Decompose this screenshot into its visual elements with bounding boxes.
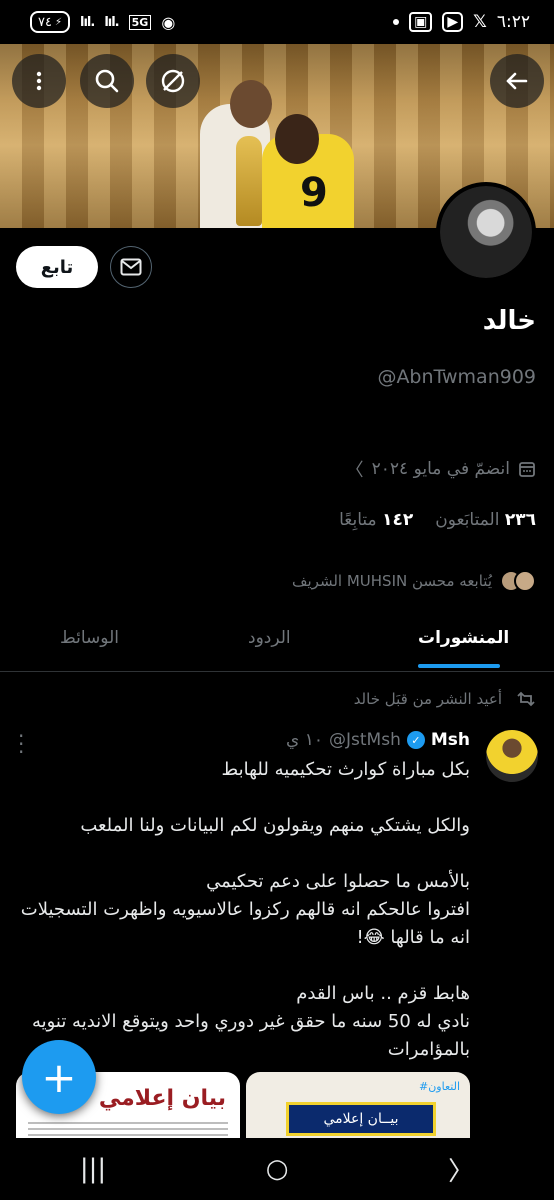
- compose-fab-button[interactable]: +: [22, 1040, 96, 1114]
- repost-label: أعيد النشر من قبَل خالد: [353, 690, 502, 708]
- following-label: متابِعًا: [339, 510, 377, 530]
- followed-by-text: يُتابعه محسن MUHSIN الشريف: [291, 572, 492, 590]
- joined-date: انضمّ في مايو ٢٠٢٤: [371, 459, 510, 479]
- status-right: ▣ ▶ 𝕏 ٦:٢٢: [393, 12, 530, 32]
- banner-figure-right-head: [275, 114, 319, 164]
- post-text: بكل مباراة كوارث تحكيميه للهابط والكل يش…: [20, 759, 470, 1060]
- repost-icon: [517, 691, 535, 707]
- message-icon: ▣: [409, 12, 433, 32]
- status-bar: ٧٤ ⚡ lıl. lıl. 5G ◉ ▣ ▶ 𝕏 ٦:٢٢: [0, 0, 554, 44]
- joined-date-row[interactable]: 〈 انضمّ في مايو ٢٠٢٤: [346, 456, 536, 482]
- clock: ٦:٢٢: [496, 12, 530, 32]
- active-tab-indicator: [418, 664, 500, 668]
- following-count: ١٤٢: [382, 510, 414, 530]
- post-author-name[interactable]: Msh: [431, 730, 470, 750]
- arrow-back-icon: [506, 72, 528, 90]
- post-header: ١٠ ي @JstMsh ✓ Msh: [286, 730, 470, 750]
- avatar-image: [440, 186, 532, 278]
- followers-link[interactable]: ٢٣٦ المتابَعون: [435, 510, 536, 530]
- post-author-avatar[interactable]: [486, 730, 538, 782]
- search-button[interactable]: [80, 54, 134, 108]
- message-button[interactable]: [110, 246, 152, 288]
- home-button[interactable]: ○: [266, 1154, 289, 1184]
- post-author-handle[interactable]: @JstMsh: [329, 730, 401, 750]
- following-link[interactable]: ١٤٢ متابِعًا: [339, 510, 413, 530]
- media-2-tag: #التعاون: [419, 1080, 460, 1093]
- signal-icon-2: lıl.: [104, 14, 119, 30]
- youtube-icon: ▶: [442, 12, 464, 32]
- no-notifications-icon: [161, 69, 185, 93]
- chevron-left-icon: 〈: [345, 460, 364, 481]
- mini-avatar: [514, 570, 536, 592]
- nav-back-button[interactable]: 〉: [448, 1151, 474, 1188]
- notification-dot: [393, 19, 400, 25]
- followed-by-row[interactable]: يُتابعه محسن MUHSIN الشريف: [292, 570, 536, 592]
- verified-badge-icon: ✓: [406, 731, 425, 749]
- media-1-title: بيان إعلامي: [98, 1086, 226, 1111]
- post-more-options-icon[interactable]: · · ·: [18, 726, 24, 762]
- status-left: ٧٤ ⚡ lıl. lıl. 5G ◉: [30, 11, 175, 33]
- system-nav-bar: ||| ○ 〉: [0, 1138, 554, 1200]
- banner-trophy: [236, 136, 262, 226]
- followers-count: ٢٣٦: [504, 510, 536, 530]
- banner-jersey-number: 9: [300, 170, 328, 216]
- banner-figure-left-head: [230, 80, 272, 128]
- tab-replies[interactable]: الردود: [248, 628, 291, 648]
- followed-by-avatars: [500, 570, 536, 592]
- calendar-icon: [519, 462, 535, 477]
- battery-indicator: ٧٤ ⚡: [30, 11, 70, 33]
- notifications-off-button[interactable]: [146, 54, 200, 108]
- repost-indicator[interactable]: أعيد النشر من قبَل خالد: [354, 690, 536, 708]
- tab-posts[interactable]: المنشورات: [418, 628, 509, 648]
- x-icon: 𝕏: [473, 12, 487, 32]
- follow-button[interactable]: تابع: [16, 246, 98, 288]
- signal-icon-1: lıl.: [80, 14, 95, 30]
- profile-tabs: المنشورات الردود الوسائط: [0, 612, 554, 672]
- profile-handle: @AbnTwman909: [377, 366, 536, 388]
- more-button[interactable]: [12, 54, 66, 108]
- tab-media[interactable]: الوسائط: [60, 628, 119, 648]
- battery-level: ٧٤: [38, 14, 52, 30]
- network-badge: 5G: [128, 14, 152, 30]
- back-button[interactable]: [490, 54, 544, 108]
- hotspot-icon: ◉: [161, 12, 176, 32]
- more-vertical-icon: [36, 71, 42, 91]
- post-time: ١٠ ي: [286, 730, 324, 750]
- profile-avatar[interactable]: [436, 182, 536, 282]
- media-2-badge: بيــان إعلامي: [286, 1102, 436, 1136]
- profile-name: خالد: [482, 306, 536, 336]
- follow-counts: ٢٣٦ المتابَعون ١٤٢ متابِعًا: [339, 510, 536, 530]
- search-icon: [95, 69, 119, 93]
- followers-label: المتابَعون: [435, 510, 500, 530]
- envelope-icon: [120, 258, 142, 276]
- recent-apps-button[interactable]: |||: [80, 1154, 106, 1184]
